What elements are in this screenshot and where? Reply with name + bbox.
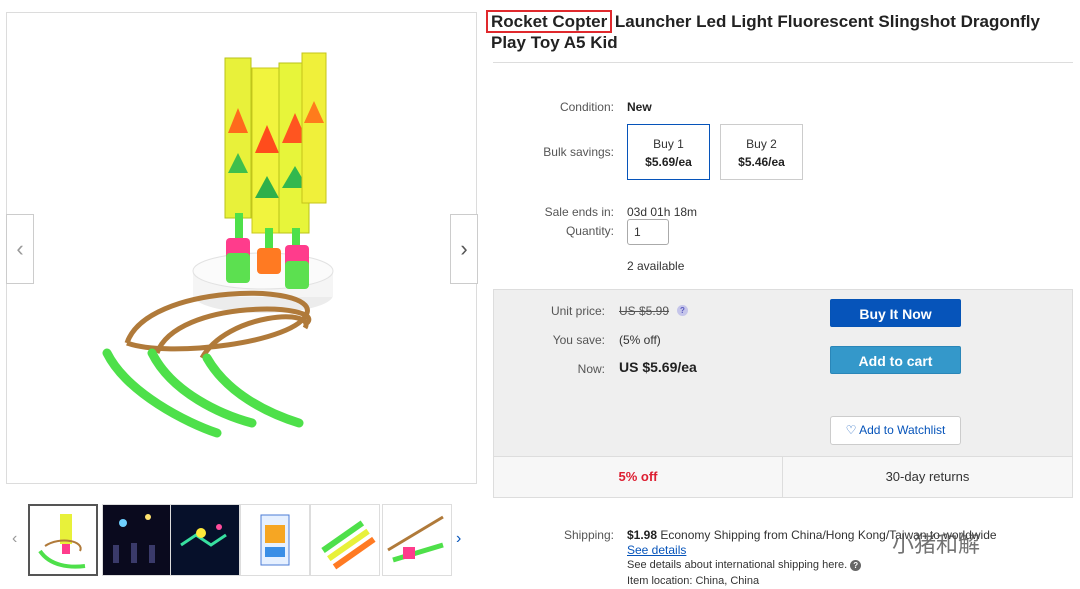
bulk-option-qty: Buy 1 (653, 137, 684, 151)
condition-label: Condition: (559, 100, 614, 114)
add-to-watchlist-button[interactable]: ♡ Add to Watchlist (830, 416, 961, 445)
bulk-savings-label: Bulk savings: (543, 145, 614, 159)
thumbnail-2[interactable] (102, 504, 172, 576)
bulk-option-qty: Buy 2 (746, 137, 777, 151)
title-divider (493, 62, 1073, 63)
now-price: US $5.69/ea (619, 359, 697, 375)
question-icon[interactable]: ? (677, 305, 688, 316)
thumbnail-1[interactable] (28, 504, 98, 576)
prev-image-button[interactable]: ‹ (6, 214, 34, 284)
product-title: Rocket Copter Launcher Led Light Fluores… (485, 10, 1076, 53)
thumbnail-6[interactable] (382, 504, 452, 576)
watermark: 小猪和解 (892, 527, 1052, 557)
international-text: See details about international shipping… (627, 559, 848, 571)
now-label: Now: (577, 362, 605, 376)
chevron-left-icon: ‹ (16, 236, 24, 261)
thumbnail-5[interactable] (310, 504, 380, 576)
unit-price-value: US $5.99 (619, 304, 670, 318)
add-to-cart-button[interactable]: Add to cart (830, 346, 961, 374)
thumbs-prev-button[interactable]: ‹ (12, 530, 17, 548)
buy-it-now-button[interactable]: Buy It Now (830, 299, 961, 327)
thumbs-next-button[interactable]: › (456, 530, 461, 548)
sale-ends-value: 03d 01h 18m (627, 205, 698, 219)
heart-icon: ♡ (845, 423, 857, 437)
chevron-left-icon: ‹ (12, 530, 18, 547)
unit-price-label: Unit price: (550, 304, 605, 318)
quantity-label: Quantity: (565, 224, 614, 238)
thumbnail-3[interactable] (170, 504, 240, 576)
international-shipping-note: See details about international shipping… (627, 559, 862, 571)
sale-ends-label: Sale ends in: (544, 205, 614, 219)
you-save-value: (5% off) (619, 333, 661, 347)
shipping-cost: $1.98 (627, 528, 658, 542)
available-count: 2 available (627, 259, 685, 273)
percent-off-badge: 5% off (618, 469, 658, 484)
main-product-image[interactable] (6, 12, 477, 484)
item-location: Item location: China, China (627, 575, 760, 587)
see-details-link[interactable]: See details (627, 543, 686, 557)
watchlist-label: Add to Watchlist (859, 423, 946, 437)
bulk-option-price: $5.46/ea (738, 155, 785, 169)
question-icon[interactable]: ? (850, 559, 862, 571)
bulk-option-buy-1[interactable]: Buy 1 $5.69/ea (627, 124, 710, 180)
condition-value: New (627, 100, 652, 114)
bulk-option-price: $5.69/ea (645, 155, 692, 169)
watermark-text: 小猪和解 (892, 532, 981, 557)
next-image-button[interactable]: › (450, 214, 478, 284)
bulk-option-buy-2[interactable]: Buy 2 $5.46/ea (720, 124, 803, 180)
you-save-label: You save: (552, 333, 605, 347)
quantity-input[interactable] (627, 219, 669, 245)
thumbnail-4[interactable] (240, 504, 310, 576)
chevron-right-icon: › (456, 530, 462, 547)
returns-policy[interactable]: 30-day returns (783, 469, 1072, 484)
shipping-label: Shipping: (563, 528, 614, 542)
chevron-right-icon: › (460, 236, 468, 261)
title-highlight: Rocket Copter (485, 10, 613, 33)
